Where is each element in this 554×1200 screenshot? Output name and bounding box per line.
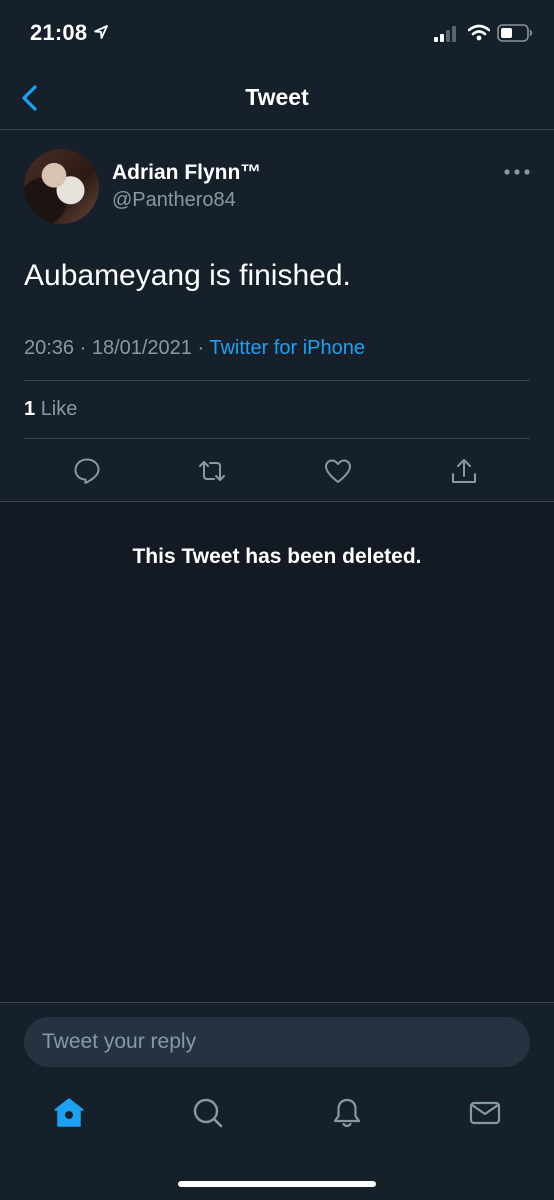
deleted-tweet-area: This Tweet has been deleted.	[0, 502, 554, 1002]
tweet-text: Aubameyang is finished.	[24, 259, 351, 292]
deleted-tweet-notice: This Tweet has been deleted.	[132, 545, 422, 568]
reply-bar	[0, 1002, 554, 1076]
home-indicator[interactable]	[178, 1181, 376, 1187]
reply-icon[interactable]	[72, 456, 102, 486]
author-handle[interactable]: @Panthero84	[112, 189, 236, 212]
retweet-icon[interactable]	[197, 456, 227, 486]
location-arrow-icon	[94, 25, 108, 39]
messages-mail-icon[interactable]	[468, 1096, 502, 1130]
battery-icon	[497, 24, 533, 42]
like-count-value: 1	[24, 398, 36, 420]
heart-icon[interactable]	[323, 456, 353, 486]
home-icon[interactable]	[52, 1096, 86, 1130]
wifi-icon	[468, 24, 490, 41]
tweet-source-link[interactable]: Twitter for iPhone	[209, 337, 365, 359]
author-name[interactable]: Adrian Flynn™	[112, 161, 261, 185]
status-time: 21:08	[30, 20, 88, 45]
avatar[interactable]	[24, 149, 99, 224]
likes-count[interactable]: 1 Like	[24, 398, 77, 421]
tweet-detail: Adrian Flynn™ @Panthero84 Aubameyang is …	[0, 131, 554, 502]
divider	[24, 438, 530, 439]
status-bar: 21:08	[0, 0, 554, 66]
cellular-signal-icon	[434, 26, 456, 42]
nav-bar: Tweet	[0, 66, 554, 130]
tweet-metadata: 20:36 · 18/01/2021 · Twitter for iPhone	[24, 337, 365, 360]
more-options-icon[interactable]	[503, 167, 531, 177]
share-icon[interactable]	[449, 456, 479, 486]
tweet-timestamp: 20:36 · 18/01/2021 ·	[24, 337, 210, 359]
divider	[24, 380, 530, 381]
search-icon[interactable]	[191, 1096, 225, 1130]
reply-input[interactable]	[24, 1017, 530, 1067]
like-label: Like	[40, 398, 78, 420]
page-title: Tweet	[245, 84, 309, 110]
notifications-bell-icon[interactable]	[330, 1096, 364, 1130]
